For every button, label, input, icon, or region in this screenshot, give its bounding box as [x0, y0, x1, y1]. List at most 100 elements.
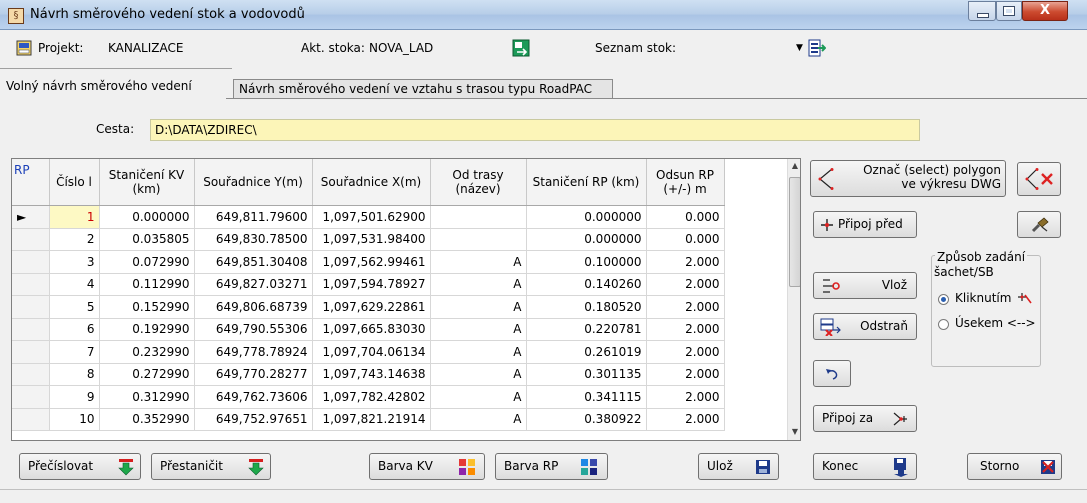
vloz-button[interactable]: Vlož [813, 272, 917, 299]
pripoj-za-button[interactable]: Připoj za [813, 405, 917, 432]
cell-souradnice-y[interactable]: 649,790.55306 [194, 318, 313, 341]
storno-button[interactable]: Storno [967, 453, 1062, 480]
cell-cislo[interactable]: 9 [49, 385, 100, 409]
cell-staniceni-kv[interactable]: 0.272990 [99, 363, 195, 386]
cell-staniceni-rp[interactable]: 0.261019 [526, 340, 647, 364]
cell-cislo[interactable]: 8 [49, 363, 100, 386]
column-header-souradnice-x[interactable]: Souřadnice X(m) [312, 159, 431, 206]
radio-usekem[interactable] [938, 319, 949, 330]
uloz-button[interactable]: Ulož [698, 453, 779, 480]
cell-od-trasy[interactable]: A [430, 273, 527, 296]
tab-navrh-roadpac[interactable]: Návrh směrového vedení ve vztahu s traso… [233, 79, 613, 99]
cell-od-trasy[interactable]: A [430, 318, 527, 341]
table-row[interactable]: 4 0.112990 649,827.03271 1,097,594.78927 A 0.… [12, 273, 725, 296]
table-row[interactable]: 3 0.072990 649,851.30408 1,097,562.99461 A 0.… [12, 250, 725, 274]
table-row[interactable]: 8 0.272990 649,770.28277 1,097,743.14638 A 0.… [12, 363, 725, 386]
cell-od-trasy[interactable]: A [430, 250, 527, 274]
table-row[interactable]: ► 1 0.000000 649,811.79600 1,097,501.62900 0.… [12, 205, 725, 229]
cell-cislo[interactable]: 7 [49, 340, 100, 364]
table-row[interactable]: 2 0.035805 649,830.78500 1,097,531.98400 0.0… [12, 228, 725, 251]
table-row[interactable]: 7 0.232990 649,778.78924 1,097,704.06134 A 0.… [12, 340, 725, 364]
maximize-button[interactable] [996, 1, 1022, 21]
column-header-rp[interactable]: RP [12, 159, 50, 206]
project-icon[interactable] [16, 40, 32, 56]
odstran-button[interactable]: Odstraň [813, 313, 917, 340]
cell-staniceni-kv[interactable]: 0.352990 [99, 408, 195, 431]
cell-souradnice-y[interactable]: 649,778.78924 [194, 340, 313, 364]
row-indicator[interactable] [12, 273, 50, 296]
cell-od-trasy[interactable]: A [430, 295, 527, 319]
cell-souradnice-y[interactable]: 649,830.78500 [194, 228, 313, 251]
seznam-stok-dropdown-arrow-icon[interactable]: ▼ [796, 43, 803, 53]
cell-od-trasy[interactable]: A [430, 408, 527, 431]
column-header-od-trasy[interactable]: Od trasy (název) [430, 159, 527, 206]
cell-souradnice-x[interactable]: 1,097,594.78927 [312, 273, 431, 296]
cell-odsun-rp[interactable]: 2.000 [646, 340, 725, 364]
cell-od-trasy[interactable]: A [430, 340, 527, 364]
barva-rp-button[interactable]: Barva RP [495, 453, 608, 480]
cell-odsun-rp[interactable]: 2.000 [646, 250, 725, 274]
cell-staniceni-rp[interactable]: 0.380922 [526, 408, 647, 431]
cell-souradnice-y[interactable]: 649,811.79600 [194, 205, 313, 229]
undo-button[interactable] [813, 360, 851, 387]
cell-souradnice-x[interactable]: 1,097,501.62900 [312, 205, 431, 229]
prestanicit-button[interactable]: Přestaničit [151, 453, 271, 480]
row-indicator[interactable] [12, 295, 50, 319]
row-indicator[interactable] [12, 228, 50, 251]
table-row[interactable]: 9 0.312990 649,762.73606 1,097,782.42802 A 0.… [12, 385, 725, 409]
cell-od-trasy[interactable]: A [430, 363, 527, 386]
cell-odsun-rp[interactable]: 2.000 [646, 295, 725, 319]
delete-polygon-button[interactable] [1017, 162, 1061, 196]
cell-staniceni-rp[interactable]: 0.100000 [526, 250, 647, 274]
select-polygon-button[interactable]: Označ (select) polygon ve výkresu DWG [810, 160, 1006, 197]
cell-souradnice-y[interactable]: 649,806.68739 [194, 295, 313, 319]
cell-staniceni-kv[interactable]: 0.152990 [99, 295, 195, 319]
cell-cislo[interactable]: 3 [49, 250, 100, 274]
cell-od-trasy[interactable] [430, 228, 527, 251]
cell-souradnice-x[interactable]: 1,097,562.99461 [312, 250, 431, 274]
column-header-cislo[interactable]: Číslo l [49, 159, 100, 206]
cell-staniceni-rp[interactable]: 0.140260 [526, 273, 647, 296]
cell-odsun-rp[interactable]: 2.000 [646, 408, 725, 431]
cell-odsun-rp[interactable]: 2.000 [646, 385, 725, 409]
konec-button[interactable]: Konec [813, 453, 917, 480]
radio-kliknutim[interactable] [938, 294, 949, 305]
cell-souradnice-y[interactable]: 649,827.03271 [194, 273, 313, 296]
precislovat-button[interactable]: Přečíslovat [19, 453, 141, 480]
cell-cislo[interactable]: 1 [49, 205, 100, 229]
cell-od-trasy[interactable] [430, 205, 527, 229]
cell-cislo[interactable]: 6 [49, 318, 100, 341]
cell-souradnice-y[interactable]: 649,851.30408 [194, 250, 313, 274]
table-row[interactable]: 10 0.352990 649,752.97651 1,097,821.21914 A 0… [12, 408, 725, 431]
row-indicator[interactable] [12, 250, 50, 274]
cell-odsun-rp[interactable]: 2.000 [646, 318, 725, 341]
cell-staniceni-kv[interactable]: 0.000000 [99, 205, 195, 229]
cell-staniceni-kv[interactable]: 0.312990 [99, 385, 195, 409]
minimize-button[interactable] [968, 1, 996, 21]
data-grid[interactable]: RP Číslo l Staničení KV (km) Souřadnice … [11, 158, 801, 441]
cell-odsun-rp[interactable]: 0.000 [646, 228, 725, 251]
cell-souradnice-x[interactable]: 1,097,743.14638 [312, 363, 431, 386]
column-header-odsun-rp[interactable]: Odsun RP (+/-) m [646, 159, 725, 206]
cell-staniceni-rp[interactable]: 0.000000 [526, 228, 647, 251]
pripoj-pred-button[interactable]: Připoj před [813, 211, 917, 238]
cell-souradnice-x[interactable]: 1,097,782.42802 [312, 385, 431, 409]
cell-souradnice-y[interactable]: 649,770.28277 [194, 363, 313, 386]
cell-staniceni-kv[interactable]: 0.232990 [99, 340, 195, 364]
cell-staniceni-rp[interactable]: 0.301135 [526, 363, 647, 386]
table-row[interactable]: 5 0.152990 649,806.68739 1,097,629.22861 A 0.… [12, 295, 725, 319]
cell-odsun-rp[interactable]: 0.000 [646, 205, 725, 229]
brush-button[interactable] [1017, 211, 1061, 238]
row-indicator[interactable] [12, 363, 50, 386]
barva-kv-button[interactable]: Barva KV [369, 453, 485, 480]
column-header-staniceni-rp[interactable]: Staničení RP (km) [526, 159, 647, 206]
scroll-up-arrow-icon[interactable]: ▲ [788, 161, 800, 170]
grid-vertical-scrollbar[interactable]: ▲ ▼ [787, 159, 800, 440]
radio-usekem-label[interactable]: Úsekem <--> [955, 316, 1036, 330]
cell-souradnice-x[interactable]: 1,097,531.98400 [312, 228, 431, 251]
cell-staniceni-kv[interactable]: 0.192990 [99, 318, 195, 341]
cell-staniceni-rp[interactable]: 0.180520 [526, 295, 647, 319]
cell-souradnice-x[interactable]: 1,097,704.06134 [312, 340, 431, 364]
row-indicator[interactable] [12, 385, 50, 409]
column-header-souradnice-y[interactable]: Souřadnice Y(m) [194, 159, 313, 206]
